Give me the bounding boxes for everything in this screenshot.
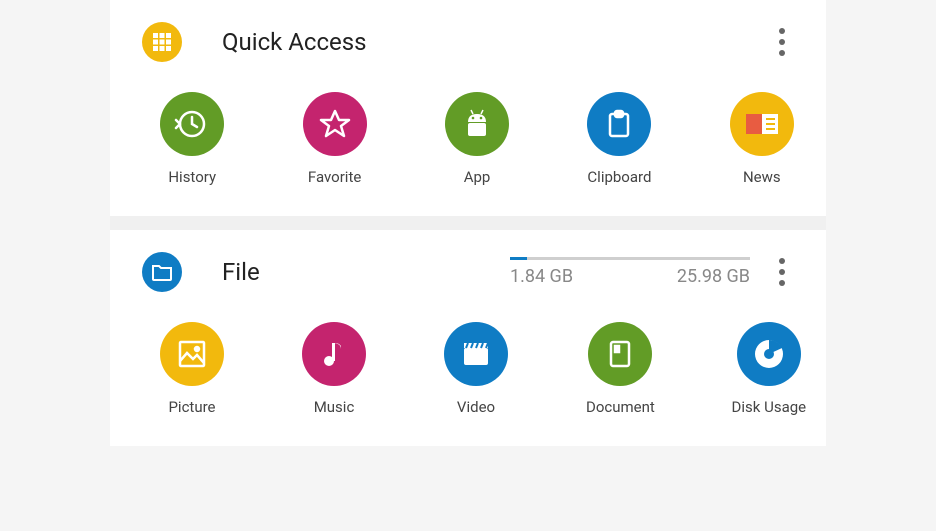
- section-divider: [110, 216, 826, 230]
- file-header: File 1.84 GB 25.98 GB: [142, 252, 794, 292]
- item-label: News: [743, 168, 781, 186]
- music-icon: [302, 322, 366, 386]
- file-menu-button[interactable]: [770, 258, 794, 286]
- star-icon: [303, 92, 367, 156]
- file-item-music[interactable]: Music: [302, 322, 366, 416]
- quick-access-section: Quick Access History Favorite App: [110, 0, 826, 216]
- quick-access-header: Quick Access: [142, 22, 794, 62]
- file-item-document[interactable]: Document: [586, 322, 655, 416]
- item-label: Favorite: [308, 168, 361, 186]
- storage-used: 1.84 GB: [510, 266, 573, 287]
- item-label: History: [168, 168, 216, 186]
- quick-access-title: Quick Access: [222, 28, 367, 56]
- item-label: Video: [457, 398, 495, 416]
- item-label: App: [464, 168, 491, 186]
- clipboard-icon: [587, 92, 651, 156]
- item-label: Music: [314, 398, 355, 416]
- file-grid: Picture Music Video Document Disk Usage: [142, 322, 794, 416]
- file-item-video[interactable]: Video: [444, 322, 508, 416]
- picture-icon: [160, 322, 224, 386]
- quick-item-app[interactable]: App: [445, 92, 509, 186]
- file-item-diskusage[interactable]: Disk Usage: [733, 322, 805, 416]
- file-title: File: [222, 258, 260, 286]
- document-icon: [588, 322, 652, 386]
- video-icon: [444, 322, 508, 386]
- storage-fill: [510, 257, 527, 260]
- quick-item-favorite[interactable]: Favorite: [302, 92, 366, 186]
- quick-access-grid: History Favorite App Clipboard News: [142, 92, 794, 186]
- android-icon: [445, 92, 509, 156]
- quick-item-clipboard[interactable]: Clipboard: [587, 92, 651, 186]
- item-label: Disk Usage: [732, 398, 807, 416]
- file-item-picture[interactable]: Picture: [160, 322, 224, 416]
- storage-bar: [510, 257, 750, 260]
- item-label: Document: [586, 398, 655, 416]
- folder-icon: [142, 252, 182, 292]
- news-icon: [730, 92, 794, 156]
- item-label: Clipboard: [587, 168, 651, 186]
- storage-indicator: 1.84 GB 25.98 GB: [510, 257, 750, 287]
- item-label: Picture: [168, 398, 215, 416]
- history-icon: [160, 92, 224, 156]
- grid-icon: [142, 22, 182, 62]
- file-section: File 1.84 GB 25.98 GB Picture Music: [110, 230, 826, 446]
- quick-item-news[interactable]: News: [730, 92, 794, 186]
- quick-item-history[interactable]: History: [160, 92, 224, 186]
- quick-access-menu-button[interactable]: [770, 28, 794, 56]
- storage-total: 25.98 GB: [677, 266, 750, 287]
- disk-icon: [737, 322, 801, 386]
